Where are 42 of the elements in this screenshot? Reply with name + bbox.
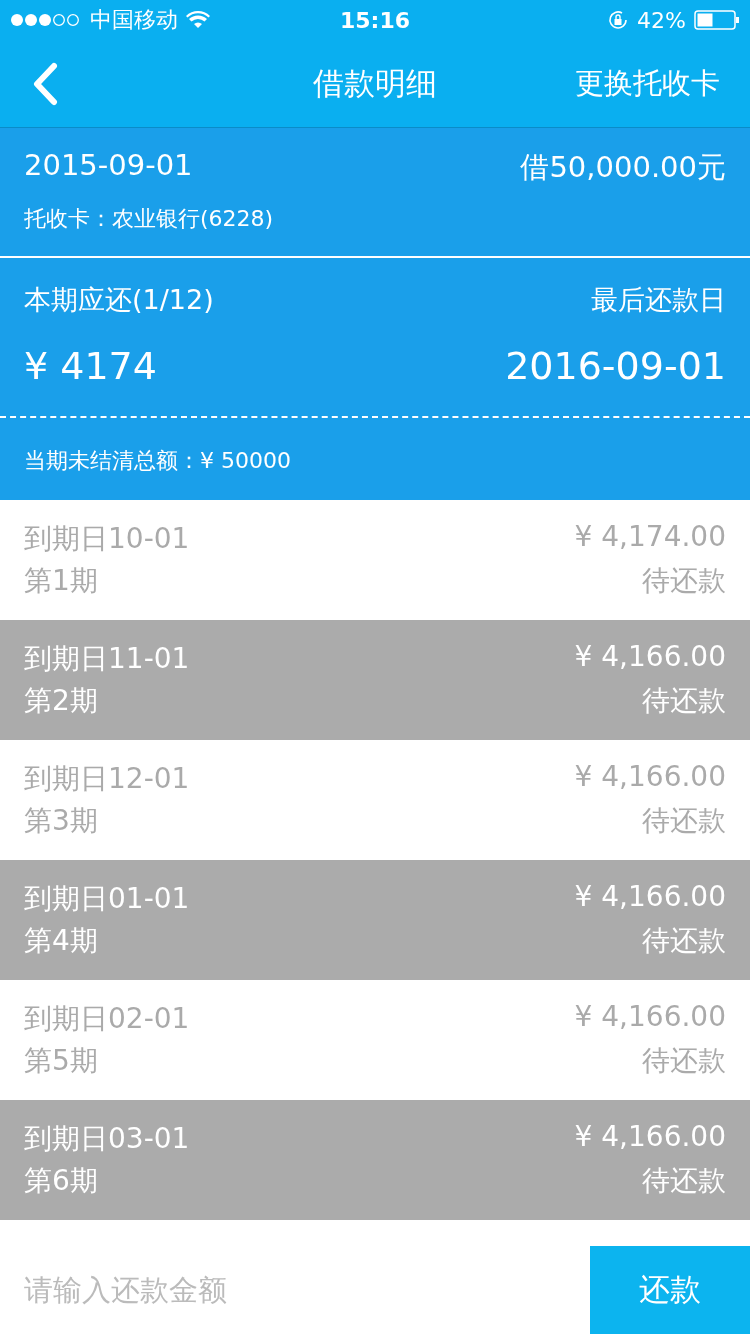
loan-date: 2015-09-01 — [24, 148, 193, 182]
loan-amount: 借50,000.00元 — [520, 149, 726, 186]
installment-amount: ¥ 4,174.00 — [574, 520, 726, 553]
current-due-label: 本期应还(1/12) — [24, 283, 214, 317]
due-date: 到期日11-01 — [24, 641, 190, 677]
carrier-name: 中国移动 — [90, 6, 178, 34]
due-date: 到期日03-01 — [24, 1121, 190, 1157]
installment-amount: ¥ 4,166.00 — [574, 1000, 726, 1033]
repay-button[interactable]: 还款 — [590, 1246, 750, 1334]
outstanding-total: 当期未结清总额：¥ 50000 — [24, 447, 291, 475]
installment-amount: ¥ 4,166.00 — [574, 1120, 726, 1153]
repay-status: 待还款 — [642, 923, 726, 959]
due-date: 到期日02-01 — [24, 1001, 190, 1037]
period-number: 第3期 — [24, 803, 98, 839]
repay-status: 待还款 — [642, 803, 726, 839]
battery-icon — [694, 10, 740, 30]
battery-percent: 42% — [637, 7, 686, 33]
last-date-label: 最后还款日 — [591, 283, 726, 317]
period-number: 第6期 — [24, 1163, 98, 1199]
change-card-button[interactable]: 更换托收卡 — [575, 63, 720, 104]
page-title: 借款明细 — [313, 63, 437, 103]
due-date: 到期日10-01 — [24, 521, 190, 557]
installment-amount: ¥ 4,166.00 — [574, 880, 726, 913]
status-time: 15:16 — [340, 7, 410, 33]
repay-status: 待还款 — [642, 563, 726, 599]
installment-amount: ¥ 4,166.00 — [574, 760, 726, 793]
period-number: 第1期 — [24, 563, 98, 599]
signal-icon — [10, 13, 82, 27]
repay-status: 待还款 — [642, 683, 726, 719]
period-number: 第2期 — [24, 683, 98, 719]
wifi-icon — [186, 11, 210, 29]
due-date: 到期日01-01 — [24, 881, 190, 917]
current-due-amount: ¥ 4174 — [24, 344, 157, 388]
repay-status: 待还款 — [642, 1043, 726, 1079]
rotation-lock-icon — [607, 9, 630, 31]
last-repay-date: 2016-09-01 — [505, 344, 726, 388]
repay-status: 待还款 — [642, 1163, 726, 1199]
period-number: 第5期 — [24, 1043, 98, 1079]
due-date: 到期日12-01 — [24, 761, 190, 797]
period-number: 第4期 — [24, 923, 98, 959]
installment-amount: ¥ 4,166.00 — [574, 640, 726, 673]
collection-card-label: 托收卡：农业银行(6228) — [24, 205, 274, 233]
